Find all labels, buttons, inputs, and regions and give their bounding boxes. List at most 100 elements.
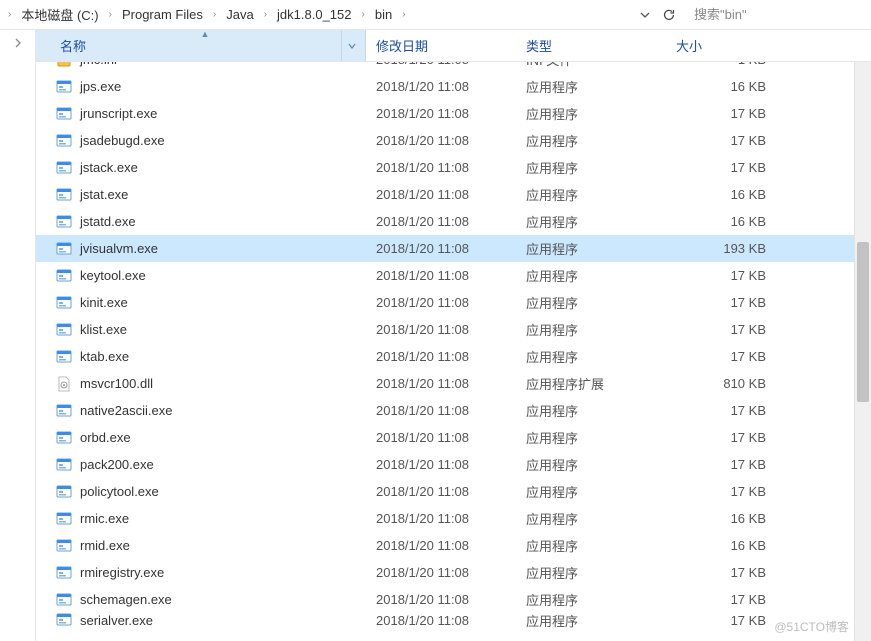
table-row[interactable]: ktab.exe2018/1/20 11:08应用程序17 KB xyxy=(36,343,871,370)
vertical-scrollbar[interactable] xyxy=(854,62,871,641)
table-row[interactable]: rmic.exe2018/1/20 11:08应用程序16 KB xyxy=(36,505,871,532)
file-size-cell: 17 KB xyxy=(666,133,796,148)
table-row[interactable]: native2ascii.exe2018/1/20 11:08应用程序17 KB xyxy=(36,397,871,424)
file-size-cell: 16 KB xyxy=(666,538,796,553)
file-size-cell: 16 KB xyxy=(666,511,796,526)
table-row[interactable]: klist.exe2018/1/20 11:08应用程序17 KB xyxy=(36,316,871,343)
file-size-cell: 16 KB xyxy=(666,79,796,94)
table-row[interactable]: jstatd.exe2018/1/20 11:08应用程序16 KB xyxy=(36,208,871,235)
file-list[interactable]: jmc.ini2018/1/20 11:08INI 文件1 KBjps.exe2… xyxy=(36,62,871,641)
file-name: jstack.exe xyxy=(80,160,138,175)
file-date-cell: 2018/1/20 11:08 xyxy=(366,376,516,391)
column-type[interactable]: 类型 xyxy=(516,36,666,55)
exe-icon xyxy=(56,133,72,149)
chevron-right-icon[interactable]: › xyxy=(105,9,116,20)
exe-icon xyxy=(56,592,72,608)
address-dropdown[interactable] xyxy=(633,3,657,27)
file-date-cell: 2018/1/20 11:08 xyxy=(366,268,516,283)
table-row[interactable]: serialver.exe2018/1/20 11:08应用程序17 KB xyxy=(36,613,871,627)
file-name-cell: serialver.exe xyxy=(36,612,366,628)
file-name: jstatd.exe xyxy=(80,214,136,229)
table-row[interactable]: jrunscript.exe2018/1/20 11:08应用程序17 KB xyxy=(36,100,871,127)
file-type-cell: 应用程序 xyxy=(516,320,666,339)
file-type-cell: 应用程序 xyxy=(516,455,666,474)
file-type-cell: 应用程序 xyxy=(516,428,666,447)
chevron-right-icon[interactable]: › xyxy=(209,9,220,20)
file-name-cell: jsadebugd.exe xyxy=(36,133,366,149)
table-row[interactable]: pack200.exe2018/1/20 11:08应用程序17 KB xyxy=(36,451,871,478)
file-name: serialver.exe xyxy=(80,613,153,628)
breadcrumb[interactable]: ›本地磁盘 (C:)›Program Files›Java›jdk1.8.0_1… xyxy=(4,5,633,24)
exe-icon xyxy=(56,403,72,419)
file-date-cell: 2018/1/20 11:08 xyxy=(366,295,516,310)
file-name: native2ascii.exe xyxy=(80,403,173,418)
file-name-cell: msvcr100.dll xyxy=(36,376,366,392)
table-row[interactable]: rmiregistry.exe2018/1/20 11:08应用程序17 KB xyxy=(36,559,871,586)
file-date-cell: 2018/1/20 11:08 xyxy=(366,62,516,67)
file-type-cell: 应用程序 xyxy=(516,563,666,582)
file-name-cell: pack200.exe xyxy=(36,457,366,473)
file-type-cell: 应用程序 xyxy=(516,131,666,150)
file-date-cell: 2018/1/20 11:08 xyxy=(366,484,516,499)
file-size-cell: 17 KB xyxy=(666,322,796,337)
chevron-right-icon[interactable]: › xyxy=(260,9,271,20)
breadcrumb-item[interactable]: jdk1.8.0_152 xyxy=(271,7,357,22)
file-date-cell: 2018/1/20 11:08 xyxy=(366,133,516,148)
table-row[interactable]: keytool.exe2018/1/20 11:08应用程序17 KB xyxy=(36,262,871,289)
file-date-cell: 2018/1/20 11:08 xyxy=(366,457,516,472)
table-row[interactable]: jvisualvm.exe2018/1/20 11:08应用程序193 KB xyxy=(36,235,871,262)
breadcrumb-item[interactable]: bin xyxy=(369,7,398,22)
file-date-cell: 2018/1/20 11:08 xyxy=(366,214,516,229)
file-date-cell: 2018/1/20 11:08 xyxy=(366,241,516,256)
file-type-cell: 应用程序扩展 xyxy=(516,374,666,393)
scrollbar-thumb[interactable] xyxy=(857,242,869,402)
column-size[interactable]: 大小 xyxy=(666,36,796,55)
breadcrumb-item[interactable]: Java xyxy=(220,7,259,22)
exe-icon xyxy=(56,187,72,203)
table-row[interactable]: jstat.exe2018/1/20 11:08应用程序16 KB xyxy=(36,181,871,208)
file-name-cell: jvisualvm.exe xyxy=(36,241,366,257)
file-name: keytool.exe xyxy=(80,268,146,283)
file-type-cell: 应用程序 xyxy=(516,239,666,258)
breadcrumb-item[interactable]: 本地磁盘 (C:) xyxy=(15,5,104,24)
chevron-right-icon[interactable]: › xyxy=(358,9,369,20)
search-input[interactable] xyxy=(694,7,861,22)
chevron-right-icon[interactable]: › xyxy=(4,9,15,20)
table-row[interactable]: jsadebugd.exe2018/1/20 11:08应用程序17 KB xyxy=(36,127,871,154)
file-name-cell: native2ascii.exe xyxy=(36,403,366,419)
file-size-cell: 810 KB xyxy=(666,376,796,391)
table-row[interactable]: jstack.exe2018/1/20 11:08应用程序17 KB xyxy=(36,154,871,181)
file-type-cell: 应用程序 xyxy=(516,482,666,501)
exe-icon xyxy=(56,511,72,527)
file-name: jvisualvm.exe xyxy=(80,241,158,256)
nav-expand-icon[interactable] xyxy=(10,38,26,54)
file-size-cell: 17 KB xyxy=(666,268,796,283)
column-date[interactable]: 修改日期 xyxy=(366,36,516,55)
file-name-cell: schemagen.exe xyxy=(36,592,366,608)
chevron-right-icon[interactable]: › xyxy=(398,9,409,20)
exe-icon xyxy=(56,349,72,365)
file-name: klist.exe xyxy=(80,322,127,337)
table-row[interactable]: jps.exe2018/1/20 11:08应用程序16 KB xyxy=(36,73,871,100)
table-row[interactable]: msvcr100.dll2018/1/20 11:08应用程序扩展810 KB xyxy=(36,370,871,397)
file-name-cell: jrunscript.exe xyxy=(36,106,366,122)
table-row[interactable]: policytool.exe2018/1/20 11:08应用程序17 KB xyxy=(36,478,871,505)
exe-icon xyxy=(56,106,72,122)
file-name: jps.exe xyxy=(80,79,121,94)
address-bar[interactable]: ›本地磁盘 (C:)›Program Files›Java›jdk1.8.0_1… xyxy=(0,0,871,30)
table-row[interactable]: schemagen.exe2018/1/20 11:08应用程序17 KB xyxy=(36,586,871,613)
search-box[interactable] xyxy=(687,2,867,28)
file-size-cell: 17 KB xyxy=(666,160,796,175)
table-row[interactable]: orbd.exe2018/1/20 11:08应用程序17 KB xyxy=(36,424,871,451)
file-name-cell: orbd.exe xyxy=(36,430,366,446)
table-row[interactable]: kinit.exe2018/1/20 11:08应用程序17 KB xyxy=(36,289,871,316)
file-name: jmc.ini xyxy=(80,62,117,67)
file-size-cell: 17 KB xyxy=(666,484,796,499)
breadcrumb-item[interactable]: Program Files xyxy=(116,7,209,22)
file-name-cell: rmiregistry.exe xyxy=(36,565,366,581)
refresh-button[interactable] xyxy=(657,3,681,27)
table-row[interactable]: rmid.exe2018/1/20 11:08应用程序16 KB xyxy=(36,532,871,559)
column-name-dropdown[interactable] xyxy=(341,30,361,61)
table-row[interactable]: jmc.ini2018/1/20 11:08INI 文件1 KB xyxy=(36,62,871,73)
column-name[interactable]: 名称 ▲ xyxy=(36,30,366,61)
